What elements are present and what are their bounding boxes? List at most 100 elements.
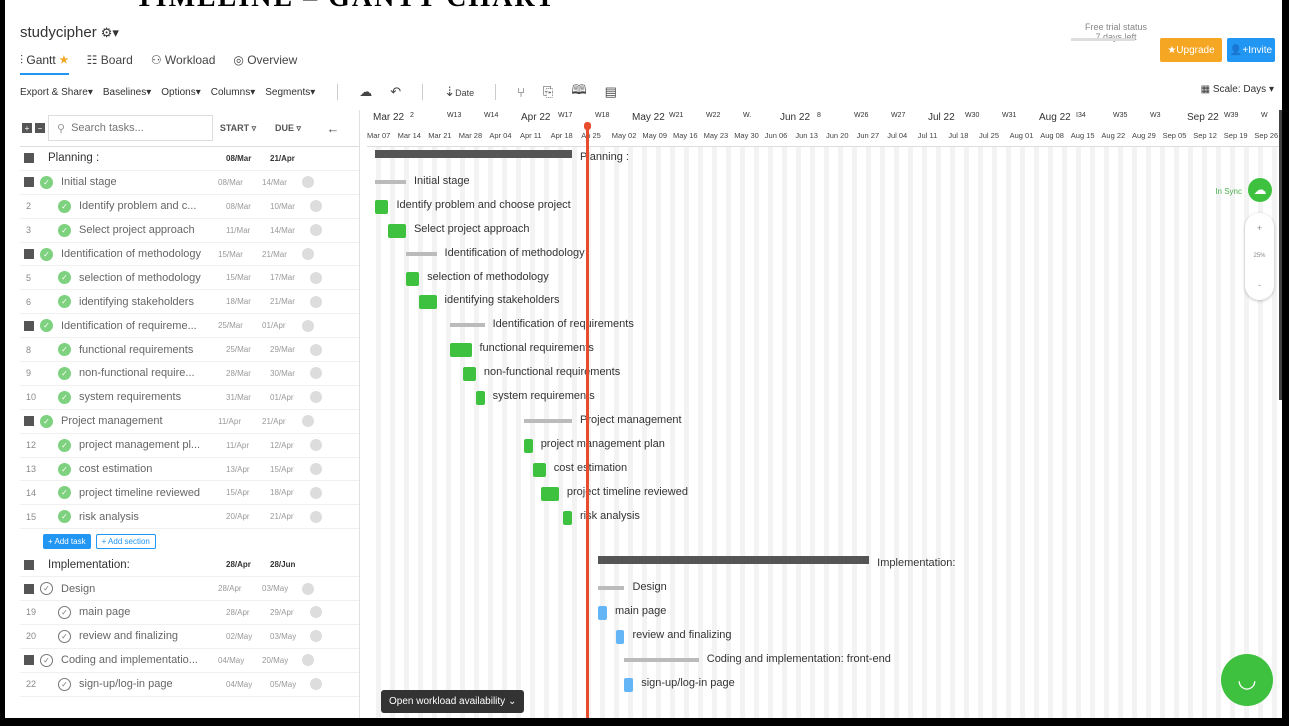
status-check-icon[interactable]: ✓ — [58, 605, 71, 619]
copy-icon[interactable]: ⎘ — [543, 84, 553, 100]
task-name-cell[interactable]: ✓ Design — [40, 582, 210, 596]
due-date[interactable]: 28/Jun — [270, 560, 310, 569]
gantt-task-bar[interactable] — [375, 199, 389, 214]
table-row[interactable]: 3 ✓ Select project approach 11/Mar 14/Mar — [20, 219, 359, 243]
assignee-avatar[interactable] — [310, 224, 322, 237]
status-check-icon[interactable]: ✓ — [58, 199, 71, 213]
collapse-group-icon[interactable] — [24, 320, 34, 331]
gantt-section-bar[interactable] — [375, 150, 572, 158]
assignee-avatar[interactable] — [310, 606, 322, 619]
due-date[interactable]: 21/Apr — [270, 512, 310, 521]
status-check-icon[interactable]: ✓ — [58, 343, 71, 357]
start-date[interactable]: 08/Mar — [218, 154, 270, 163]
zoom-out-button[interactable]: - — [1258, 280, 1261, 290]
assignee-avatar[interactable] — [310, 391, 322, 404]
start-date[interactable]: 11/Apr — [210, 417, 262, 426]
gantt-task-bar[interactable] — [563, 510, 572, 525]
status-check-icon[interactable]: ✓ — [58, 390, 71, 404]
scale-selector[interactable]: ▦ Scale: Days ▾ — [1201, 84, 1274, 95]
assignee-avatar[interactable] — [310, 510, 322, 523]
due-date[interactable]: 01/Apr — [270, 393, 310, 402]
due-date[interactable]: 14/Mar — [270, 226, 310, 235]
gantt-section-bar[interactable] — [598, 556, 870, 565]
task-name-cell[interactable]: ✓ cost estimation — [48, 462, 218, 476]
status-check-icon[interactable]: ✓ — [58, 223, 71, 237]
assignee-avatar[interactable] — [310, 486, 322, 499]
task-name-cell[interactable]: ✓ Select project approach — [48, 223, 218, 237]
gantt-group-bar[interactable] — [523, 418, 572, 423]
task-name-cell[interactable]: ✓ risk analysis — [48, 510, 218, 524]
start-date[interactable]: 28/Mar — [218, 369, 270, 378]
calendar-grid-icon[interactable]: ▤ — [605, 84, 617, 100]
gantt-task-bar[interactable] — [541, 486, 559, 501]
task-name-cell[interactable]: ✓ identifying stakeholders — [48, 295, 218, 309]
baselines-menu[interactable]: Baselines▾ — [103, 87, 151, 98]
collapse-group-icon[interactable] — [24, 177, 34, 188]
export-share-menu[interactable]: Export & Share▾ — [20, 87, 93, 98]
tab-workload[interactable]: ⚇ Workload — [151, 53, 216, 75]
section-row[interactable]: Planning : 08/Mar 21/Apr — [20, 147, 359, 171]
add-task-button[interactable]: + Add task — [43, 533, 91, 549]
start-date[interactable]: 11/Apr — [218, 441, 270, 450]
task-name-cell[interactable]: ✓ Identify problem and c... — [48, 199, 218, 213]
task-name-cell[interactable]: ✓ Identification of requireme... — [40, 319, 210, 333]
gantt-task-bar[interactable] — [419, 295, 437, 310]
vertical-scrollbar[interactable] — [1279, 110, 1282, 400]
table-row[interactable]: 19 ✓ main page 28/Apr 29/Apr — [20, 601, 359, 625]
status-check-icon[interactable]: ✓ — [40, 414, 53, 428]
gantt-task-bar[interactable] — [388, 223, 406, 238]
start-date[interactable]: 13/Apr — [218, 465, 270, 474]
start-date[interactable]: 31/Mar — [218, 393, 270, 402]
table-row[interactable]: 14 ✓ project timeline reviewed 15/Apr 18/Apr — [20, 481, 359, 506]
start-date[interactable]: 15/Apr — [218, 488, 270, 497]
task-name-cell[interactable]: ✓ system requirements — [48, 390, 218, 404]
collapse-all-icon[interactable]: − — [35, 123, 45, 133]
start-date[interactable]: 25/Mar — [218, 345, 270, 354]
table-row[interactable]: 9 ✓ non-functional require... 28/Mar 30/Mar — [20, 362, 359, 386]
gantt-group-bar[interactable] — [624, 657, 699, 662]
branch-icon[interactable]: ⑂ — [517, 85, 525, 100]
task-name-cell[interactable]: ✓ project timeline reviewed — [48, 486, 218, 500]
search-input[interactable] — [71, 122, 202, 134]
start-date[interactable]: 18/Mar — [218, 297, 270, 306]
due-date[interactable]: 21/Apr — [262, 417, 302, 426]
due-column-header[interactable]: DUE ▿ — [263, 123, 313, 134]
assignee-avatar[interactable] — [302, 319, 314, 332]
assignee-avatar[interactable] — [310, 343, 322, 356]
invite-button[interactable]: 👤+ Invite — [1227, 38, 1275, 62]
status-check-icon[interactable]: ✓ — [58, 462, 71, 476]
gantt-group-bar[interactable] — [375, 179, 406, 184]
status-check-icon[interactable]: ✓ — [58, 438, 71, 452]
gantt-group-bar[interactable] — [405, 251, 437, 256]
assignee-avatar[interactable] — [310, 367, 322, 380]
start-date[interactable]: 25/Mar — [210, 321, 262, 330]
due-date[interactable]: 30/Mar — [270, 369, 310, 378]
status-check-icon[interactable]: ✓ — [40, 582, 53, 596]
start-column-header[interactable]: START ▿ — [213, 123, 263, 134]
task-name-cell[interactable]: ✓ Coding and implementatio... — [40, 653, 210, 667]
collapse-group-icon[interactable] — [24, 249, 34, 259]
gantt-group-bar[interactable] — [598, 586, 625, 591]
group-row[interactable]: ✓ Design 28/Apr 03/May — [20, 577, 359, 602]
due-date[interactable]: 21/Mar — [270, 297, 310, 306]
open-workload-button[interactable]: Open workload availability ⌄ — [381, 690, 525, 713]
start-date[interactable]: 28/Apr — [210, 584, 262, 593]
table-row[interactable]: 8 ✓ functional requirements 25/Mar 29/Mar — [20, 338, 359, 363]
status-check-icon[interactable]: ✓ — [40, 247, 53, 261]
due-date[interactable]: 01/Apr — [262, 321, 302, 330]
table-row[interactable]: 2 ✓ Identify problem and c... 08/Mar 10/Mar — [20, 195, 359, 219]
expand-all-icon[interactable]: + — [22, 123, 32, 133]
due-date[interactable]: 29/Mar — [270, 345, 310, 354]
zoom-in-button[interactable]: + — [1257, 223, 1262, 233]
task-name-cell[interactable]: ✓ selection of methodology — [48, 271, 218, 285]
status-check-icon[interactable]: ✓ — [58, 295, 71, 309]
collapse-section-icon[interactable] — [24, 559, 34, 570]
project-name[interactable]: studycipher ⚙▾ — [20, 24, 119, 41]
table-row[interactable]: 20 ✓ review and finalizing 02/May 03/May — [20, 625, 359, 649]
start-date[interactable]: 28/Apr — [218, 560, 270, 569]
assignee-avatar[interactable] — [310, 463, 322, 476]
task-name-cell[interactable]: ✓ Identification of methodology — [40, 247, 210, 261]
collapse-group-icon[interactable] — [24, 583, 34, 594]
start-date[interactable]: 15/Mar — [210, 250, 262, 259]
task-name-cell[interactable]: ✓ project management pl... — [48, 438, 218, 452]
